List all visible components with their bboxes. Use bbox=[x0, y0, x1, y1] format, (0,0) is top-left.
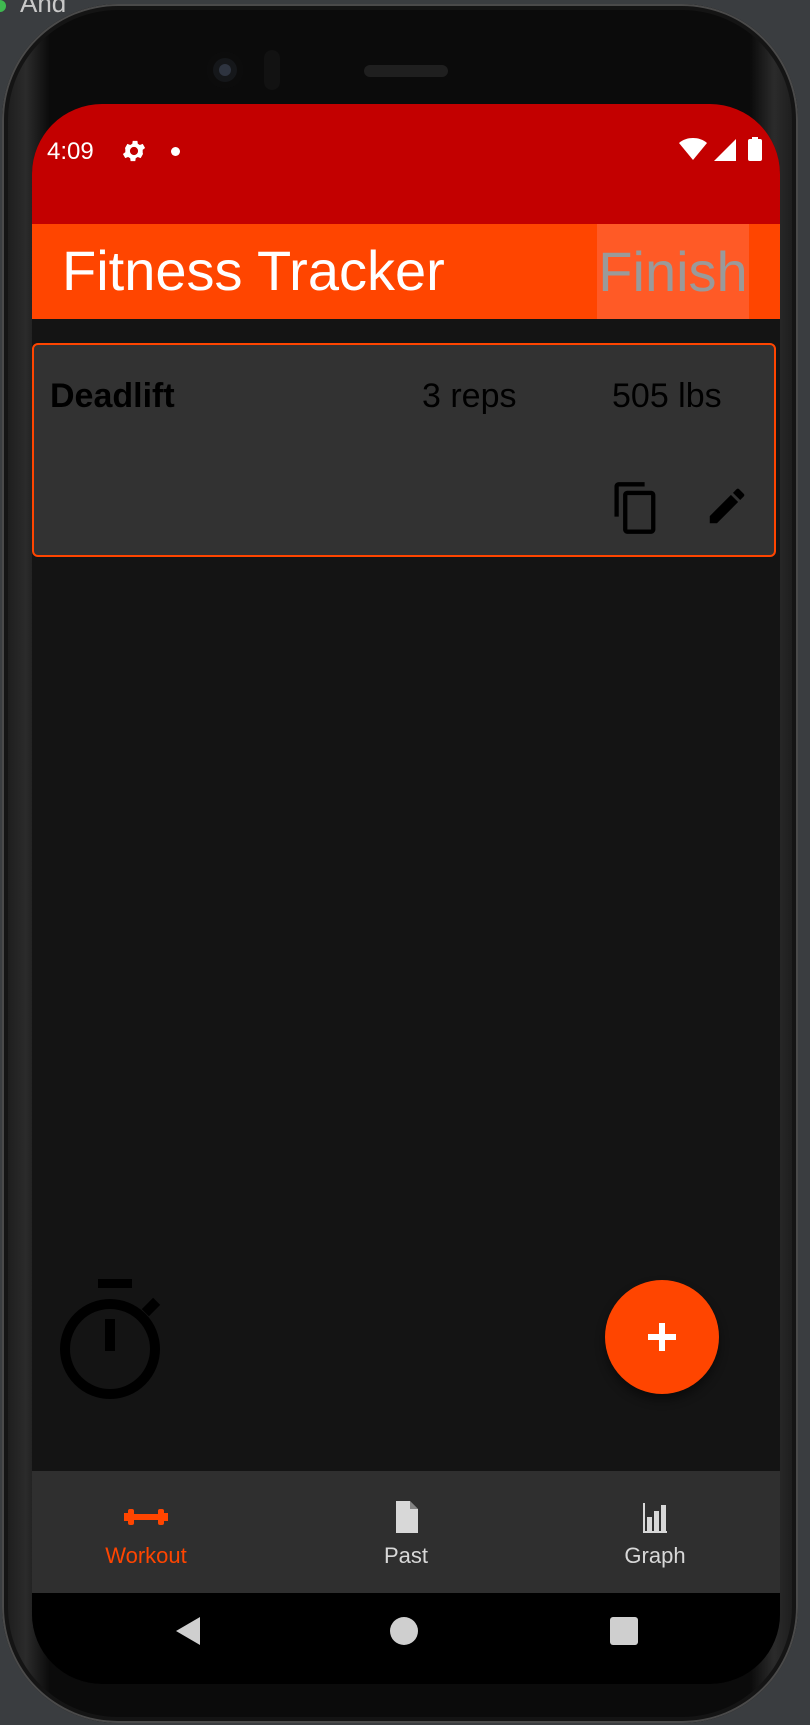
exercise-card[interactable]: Deadlift 3 reps 505 lbs bbox=[32, 343, 776, 557]
phone-frame: 4:09 Fitness Tracker Finish Deadlift 3 r… bbox=[2, 4, 798, 1723]
proximity-sensor bbox=[264, 50, 280, 90]
status-time: 4:09 bbox=[47, 138, 94, 165]
nav-item-past[interactable]: Past bbox=[306, 1471, 506, 1593]
battery-icon bbox=[748, 137, 762, 161]
earpiece-speaker bbox=[364, 65, 448, 77]
nav-label-graph: Graph bbox=[624, 1543, 686, 1568]
nav-label-workout: Workout bbox=[105, 1543, 187, 1568]
host-window-status-dot bbox=[0, 0, 6, 12]
exercise-name: Deadlift bbox=[50, 377, 175, 415]
notification-dot-icon bbox=[171, 147, 180, 156]
dumbbell-icon bbox=[124, 1509, 168, 1525]
add-exercise-fab[interactable] bbox=[605, 1280, 719, 1394]
wifi-icon bbox=[679, 138, 707, 160]
exercise-reps: 3 reps bbox=[422, 377, 517, 415]
cell-signal-icon bbox=[714, 139, 736, 161]
exercise-weight: 505 lbs bbox=[612, 377, 722, 415]
app-screen: 4:09 Fitness Tracker Finish Deadlift 3 r… bbox=[32, 104, 780, 1684]
copy-icon[interactable] bbox=[610, 480, 662, 536]
nav-label-past: Past bbox=[383, 1543, 429, 1568]
nav-item-graph[interactable]: Graph bbox=[555, 1471, 755, 1593]
back-triangle-icon[interactable] bbox=[172, 1613, 208, 1649]
edit-pencil-icon[interactable] bbox=[704, 483, 750, 529]
app-title: Fitness Tracker bbox=[62, 239, 445, 302]
nav-item-workout[interactable]: Workout bbox=[46, 1471, 246, 1593]
document-icon bbox=[396, 1501, 418, 1533]
finish-button[interactable]: Finish bbox=[597, 224, 749, 319]
recents-square-icon[interactable] bbox=[610, 1617, 638, 1645]
system-navigation-bar bbox=[32, 1593, 780, 1684]
status-bar: 4:09 bbox=[32, 104, 780, 224]
plus-icon bbox=[648, 1323, 676, 1351]
bar-chart-icon bbox=[643, 1503, 667, 1533]
settings-gear-icon bbox=[122, 140, 146, 162]
host-window-title: And bbox=[20, 0, 67, 18]
home-circle-icon[interactable] bbox=[390, 1617, 418, 1645]
stopwatch-icon[interactable] bbox=[58, 1279, 170, 1403]
app-bar: Fitness Tracker Finish bbox=[32, 224, 780, 319]
front-camera bbox=[207, 52, 243, 88]
bottom-navigation: Workout Past Graph bbox=[32, 1471, 780, 1593]
